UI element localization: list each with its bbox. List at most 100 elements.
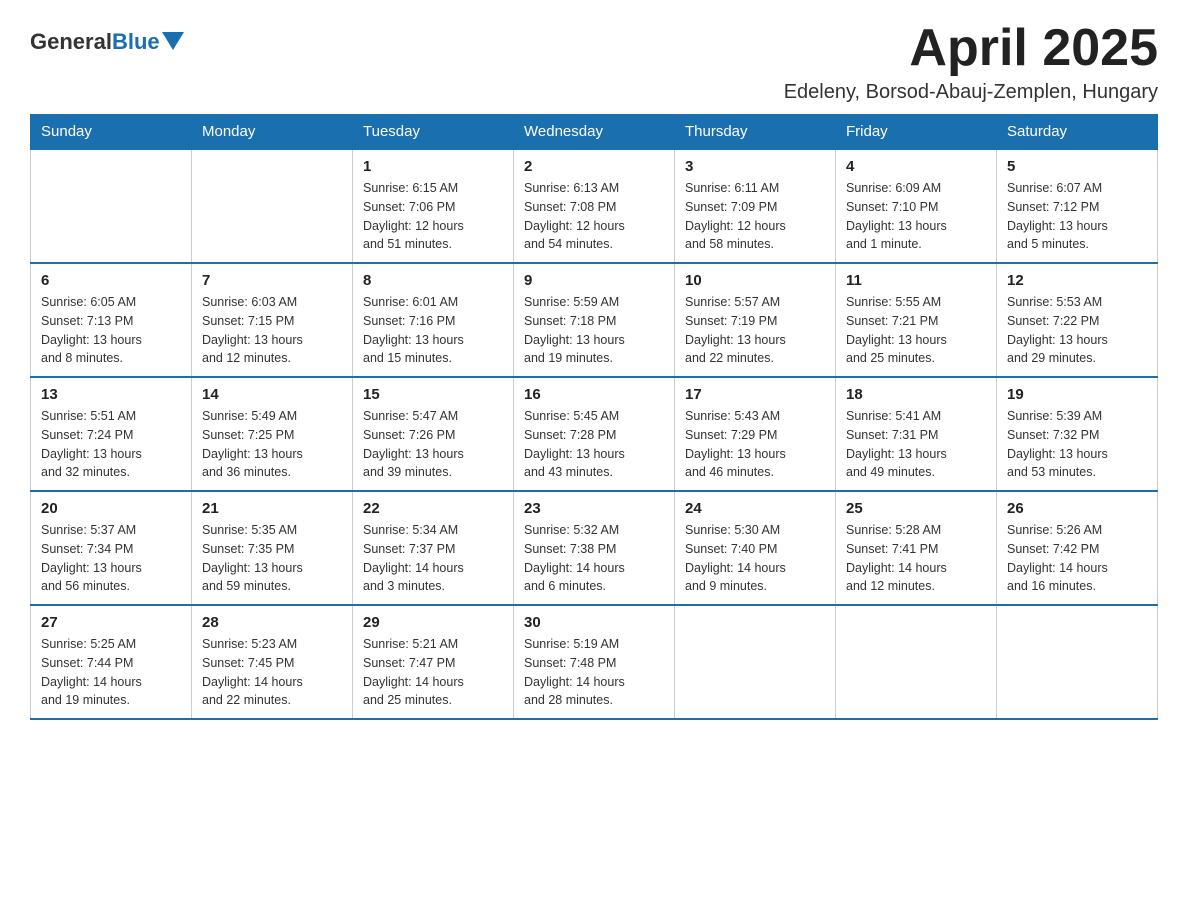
day-info: Sunrise: 5:37 AMSunset: 7:34 PMDaylight:…: [41, 521, 181, 596]
day-info: Sunrise: 6:13 AMSunset: 7:08 PMDaylight:…: [524, 179, 664, 254]
calendar-header-monday: Monday: [192, 115, 353, 150]
calendar-cell: 30 Sunrise: 5:19 AMSunset: 7:48 PMDayligh…: [514, 605, 675, 719]
calendar-cell: [997, 605, 1158, 719]
calendar-cell: 16 Sunrise: 5:45 AMSunset: 7:28 PMDayligh…: [514, 377, 675, 491]
month-title: April 2025: [784, 20, 1158, 77]
calendar-cell: 25 Sunrise: 5:28 AMSunset: 7:41 PMDayligh…: [836, 491, 997, 605]
calendar-table: SundayMondayTuesdayWednesdayThursdayFrid…: [30, 114, 1158, 720]
calendar-cell: 26 Sunrise: 5:26 AMSunset: 7:42 PMDayligh…: [997, 491, 1158, 605]
calendar-week-row: 6 Sunrise: 6:05 AMSunset: 7:13 PMDaylight…: [31, 263, 1158, 377]
calendar-cell: 3 Sunrise: 6:11 AMSunset: 7:09 PMDaylight…: [675, 149, 836, 263]
calendar-cell: 28 Sunrise: 5:23 AMSunset: 7:45 PMDayligh…: [192, 605, 353, 719]
day-info: Sunrise: 5:19 AMSunset: 7:48 PMDaylight:…: [524, 635, 664, 710]
day-number: 30: [524, 614, 664, 631]
day-number: 22: [363, 500, 503, 517]
day-info: Sunrise: 5:26 AMSunset: 7:42 PMDaylight:…: [1007, 521, 1147, 596]
calendar-header-wednesday: Wednesday: [514, 115, 675, 150]
day-info: Sunrise: 6:07 AMSunset: 7:12 PMDaylight:…: [1007, 179, 1147, 254]
day-info: Sunrise: 5:47 AMSunset: 7:26 PMDaylight:…: [363, 407, 503, 482]
day-number: 17: [685, 386, 825, 403]
day-info: Sunrise: 5:35 AMSunset: 7:35 PMDaylight:…: [202, 521, 342, 596]
logo-text: GeneralBlue: [30, 30, 160, 54]
location-title: Edeleny, Borsod-Abauj-Zemplen, Hungary: [784, 81, 1158, 104]
day-info: Sunrise: 5:41 AMSunset: 7:31 PMDaylight:…: [846, 407, 986, 482]
day-number: 3: [685, 158, 825, 175]
day-number: 8: [363, 272, 503, 289]
calendar-header-sunday: Sunday: [31, 115, 192, 150]
day-info: Sunrise: 6:15 AMSunset: 7:06 PMDaylight:…: [363, 179, 503, 254]
day-info: Sunrise: 5:25 AMSunset: 7:44 PMDaylight:…: [41, 635, 181, 710]
day-number: 10: [685, 272, 825, 289]
calendar-cell: [192, 149, 353, 263]
calendar-cell: 10 Sunrise: 5:57 AMSunset: 7:19 PMDayligh…: [675, 263, 836, 377]
calendar-cell: [675, 605, 836, 719]
day-info: Sunrise: 5:21 AMSunset: 7:47 PMDaylight:…: [363, 635, 503, 710]
day-number: 1: [363, 158, 503, 175]
day-number: 5: [1007, 158, 1147, 175]
calendar-week-row: 27Sunrise: 5:25 AMSunset: 7:44 PMDayligh…: [31, 605, 1158, 719]
calendar-cell: 9 Sunrise: 5:59 AMSunset: 7:18 PMDaylight…: [514, 263, 675, 377]
day-number: 25: [846, 500, 986, 517]
calendar-cell: 13 Sunrise: 5:51 AMSunset: 7:24 PMDayligh…: [31, 377, 192, 491]
day-number: 24: [685, 500, 825, 517]
day-number: 9: [524, 272, 664, 289]
calendar-header-friday: Friday: [836, 115, 997, 150]
day-number: 20: [41, 500, 181, 517]
logo-triangle-icon: [162, 32, 184, 54]
title-section: April 2025 Edeleny, Borsod-Abauj-Zemplen…: [784, 20, 1158, 104]
calendar-header-thursday: Thursday: [675, 115, 836, 150]
day-number: 6: [41, 272, 181, 289]
calendar-cell: 12Sunrise: 5:53 AMSunset: 7:22 PMDayligh…: [997, 263, 1158, 377]
day-number: 26: [1007, 500, 1147, 517]
day-info: Sunrise: 6:01 AMSunset: 7:16 PMDaylight:…: [363, 293, 503, 368]
calendar-cell: 5 Sunrise: 6:07 AMSunset: 7:12 PMDaylight…: [997, 149, 1158, 263]
day-info: Sunrise: 5:28 AMSunset: 7:41 PMDaylight:…: [846, 521, 986, 596]
calendar-cell: 23Sunrise: 5:32 AMSunset: 7:38 PMDayligh…: [514, 491, 675, 605]
day-number: 11: [846, 272, 986, 289]
calendar-cell: 4 Sunrise: 6:09 AMSunset: 7:10 PMDaylight…: [836, 149, 997, 263]
day-info: Sunrise: 5:30 AMSunset: 7:40 PMDaylight:…: [685, 521, 825, 596]
calendar-cell: 27Sunrise: 5:25 AMSunset: 7:44 PMDayligh…: [31, 605, 192, 719]
calendar-header-saturday: Saturday: [997, 115, 1158, 150]
day-info: Sunrise: 5:23 AMSunset: 7:45 PMDaylight:…: [202, 635, 342, 710]
day-number: 16: [524, 386, 664, 403]
calendar-cell: 21Sunrise: 5:35 AMSunset: 7:35 PMDayligh…: [192, 491, 353, 605]
day-info: Sunrise: 5:45 AMSunset: 7:28 PMDaylight:…: [524, 407, 664, 482]
calendar-cell: 18Sunrise: 5:41 AMSunset: 7:31 PMDayligh…: [836, 377, 997, 491]
calendar-cell: 14Sunrise: 5:49 AMSunset: 7:25 PMDayligh…: [192, 377, 353, 491]
day-number: 14: [202, 386, 342, 403]
day-info: Sunrise: 6:11 AMSunset: 7:09 PMDaylight:…: [685, 179, 825, 254]
calendar-cell: 11 Sunrise: 5:55 AMSunset: 7:21 PMDayligh…: [836, 263, 997, 377]
page-header: GeneralBlue April 2025 Edeleny, Borsod-A…: [30, 20, 1158, 104]
day-info: Sunrise: 6:09 AMSunset: 7:10 PMDaylight:…: [846, 179, 986, 254]
day-info: Sunrise: 5:51 AMSunset: 7:24 PMDaylight:…: [41, 407, 181, 482]
calendar-cell: 1 Sunrise: 6:15 AMSunset: 7:06 PMDaylight…: [353, 149, 514, 263]
calendar-cell: 7Sunrise: 6:03 AMSunset: 7:15 PMDaylight…: [192, 263, 353, 377]
day-info: Sunrise: 5:34 AMSunset: 7:37 PMDaylight:…: [363, 521, 503, 596]
day-number: 4: [846, 158, 986, 175]
calendar-header-tuesday: Tuesday: [353, 115, 514, 150]
calendar-week-row: 20 Sunrise: 5:37 AMSunset: 7:34 PMDayligh…: [31, 491, 1158, 605]
day-info: Sunrise: 6:05 AMSunset: 7:13 PMDaylight:…: [41, 293, 181, 368]
calendar-cell: 19Sunrise: 5:39 AMSunset: 7:32 PMDayligh…: [997, 377, 1158, 491]
day-info: Sunrise: 5:55 AMSunset: 7:21 PMDaylight:…: [846, 293, 986, 368]
day-number: 12: [1007, 272, 1147, 289]
calendar-cell: [31, 149, 192, 263]
calendar-header-row: SundayMondayTuesdayWednesdayThursdayFrid…: [31, 115, 1158, 150]
day-info: Sunrise: 5:59 AMSunset: 7:18 PMDaylight:…: [524, 293, 664, 368]
calendar-cell: 20 Sunrise: 5:37 AMSunset: 7:34 PMDayligh…: [31, 491, 192, 605]
calendar-cell: 8 Sunrise: 6:01 AMSunset: 7:16 PMDaylight…: [353, 263, 514, 377]
day-number: 2: [524, 158, 664, 175]
calendar-week-row: 13 Sunrise: 5:51 AMSunset: 7:24 PMDayligh…: [31, 377, 1158, 491]
day-number: 29: [363, 614, 503, 631]
calendar-cell: 22 Sunrise: 5:34 AMSunset: 7:37 PMDayligh…: [353, 491, 514, 605]
calendar-cell: 6 Sunrise: 6:05 AMSunset: 7:13 PMDaylight…: [31, 263, 192, 377]
day-number: 13: [41, 386, 181, 403]
day-info: Sunrise: 5:57 AMSunset: 7:19 PMDaylight:…: [685, 293, 825, 368]
calendar-cell: 24 Sunrise: 5:30 AMSunset: 7:40 PMDayligh…: [675, 491, 836, 605]
day-number: 28: [202, 614, 342, 631]
calendar-week-row: 1 Sunrise: 6:15 AMSunset: 7:06 PMDaylight…: [31, 149, 1158, 263]
calendar-cell: [836, 605, 997, 719]
logo: GeneralBlue: [30, 30, 184, 54]
day-number: 15: [363, 386, 503, 403]
